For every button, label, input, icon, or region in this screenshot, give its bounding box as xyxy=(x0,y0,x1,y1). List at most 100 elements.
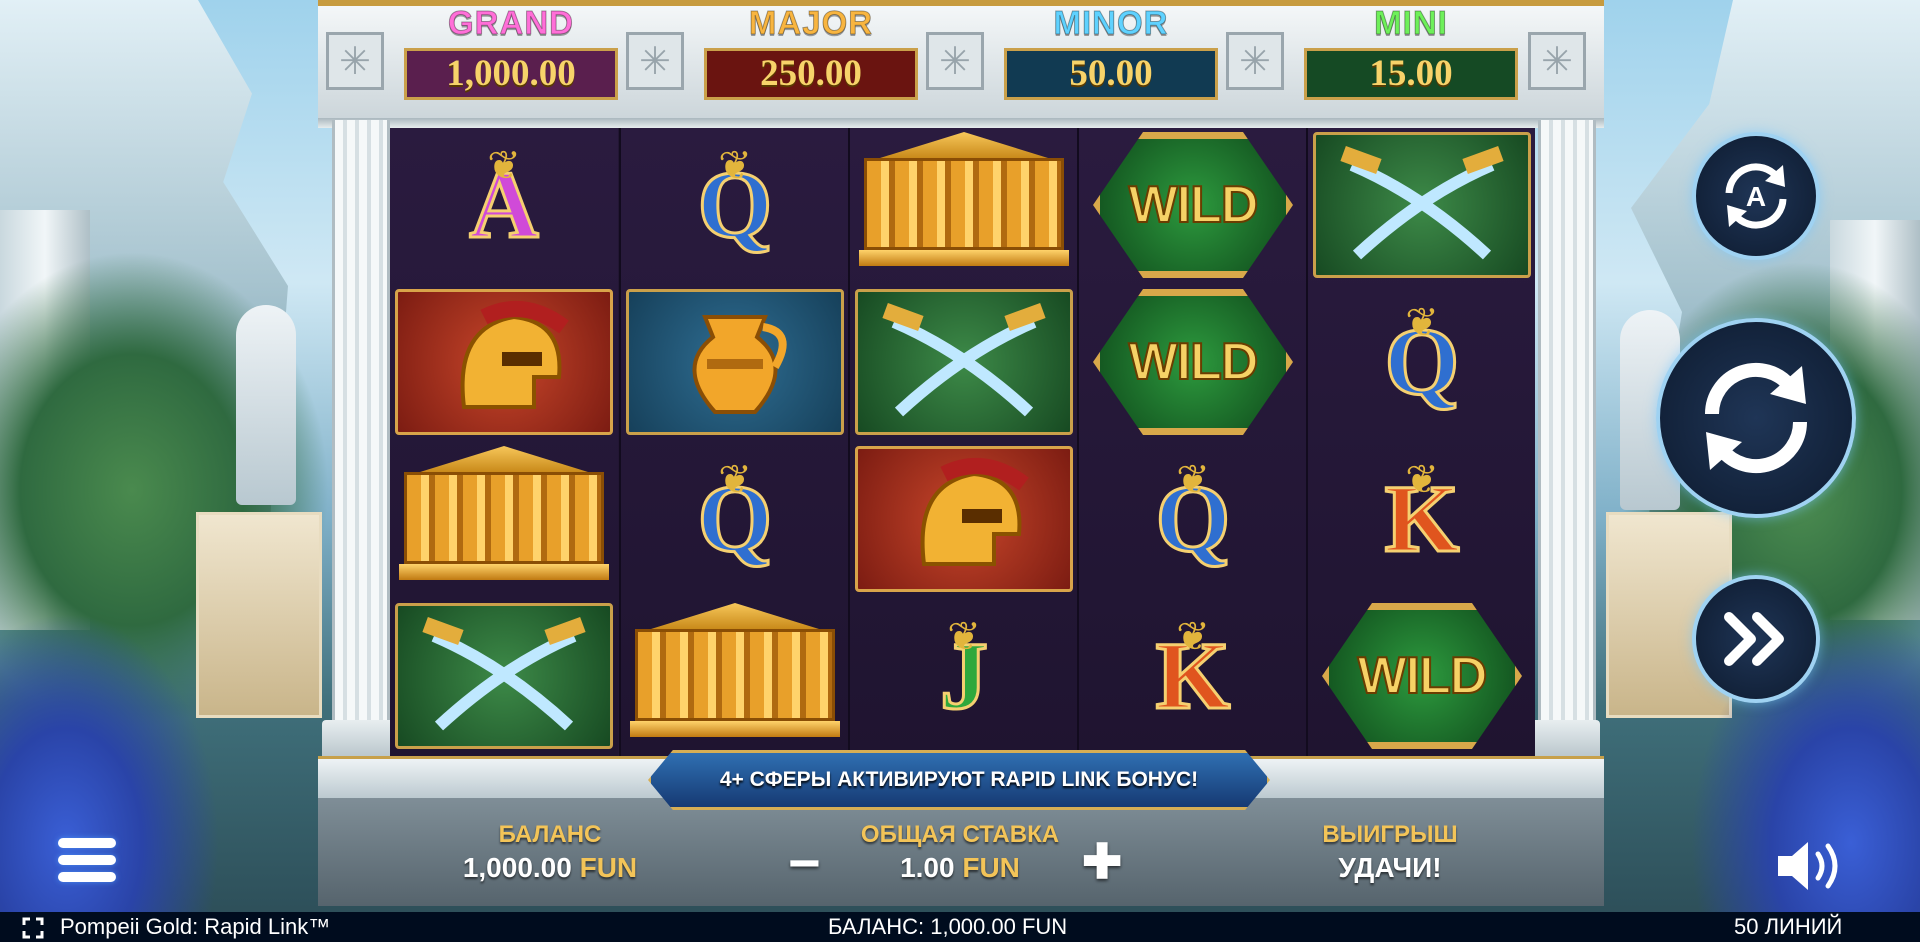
temple-icon xyxy=(630,603,840,749)
balance-display: БАЛАНС 1,000.00 FUN xyxy=(400,820,700,886)
laurel-icon: ❦ xyxy=(1405,300,1439,346)
laurel-icon: ❦ xyxy=(718,457,752,503)
reel-symbol: WILD xyxy=(1083,130,1303,280)
reel-1: ❦ A xyxy=(390,128,618,758)
letter-symbol-q: ❦ Q xyxy=(1342,292,1502,432)
helmet-icon xyxy=(920,458,1029,566)
sound-button[interactable] xyxy=(1774,838,1846,902)
wild-symbol: WILD xyxy=(1093,132,1293,278)
reel-symbol: ❦ Q xyxy=(1083,444,1303,594)
wild-text: WILD xyxy=(1357,646,1489,706)
balance-label: БАЛАНС xyxy=(498,821,602,848)
reel-symbol: ❦ Q xyxy=(1312,287,1532,437)
laurel-icon: ❦ xyxy=(487,143,521,189)
autoplay-icon: A xyxy=(1725,163,1787,229)
reel-symbol xyxy=(854,444,1074,594)
crossed-swords-icon xyxy=(422,616,586,731)
flowers-left xyxy=(0,612,220,942)
jackpot-major: MAJOR 250.00 xyxy=(702,0,920,104)
letter-symbol-q: ❦ Q xyxy=(655,135,815,275)
rosette-ornament xyxy=(926,32,984,90)
reel-symbol xyxy=(625,601,845,751)
laurel-icon: ❦ xyxy=(718,143,752,189)
jackpot-label: MINI xyxy=(1374,4,1448,42)
reel-symbol: ❦ K xyxy=(1083,601,1303,751)
bet-label: ОБЩАЯ СТАВКА xyxy=(860,821,1060,848)
reel-4: WILD WILD ❦ Q ❦ K xyxy=(1077,128,1307,758)
pillar-right xyxy=(1538,120,1596,760)
win-display: ВЫИГРЫШ УДАЧИ! xyxy=(1260,820,1520,886)
balance-currency: FUN xyxy=(579,852,638,883)
helmet-tile xyxy=(855,446,1073,592)
temple-icon xyxy=(399,446,609,592)
turbo-button[interactable] xyxy=(1692,575,1820,703)
bonus-banner-text: 4+ СФЕРЫ АКТИВИРУЮТ RAPID LINK БОНУС! xyxy=(719,768,1199,791)
speaker-icon xyxy=(1778,842,1838,890)
laurel-icon: ❦ xyxy=(1405,457,1439,503)
letter-symbol-k: ❦ K xyxy=(1342,449,1502,589)
swords-tile xyxy=(395,603,613,749)
reel-2: ❦ Q ❦ Q xyxy=(619,128,849,758)
rosette-ornament xyxy=(326,32,384,90)
letter-symbol-k: ❦ K xyxy=(1113,606,1273,746)
fast-forward-icon xyxy=(1724,612,1784,666)
bonus-banner: 4+ СФЕРЫ АКТИВИРУЮТ RAPID LINK БОНУС! xyxy=(648,750,1270,810)
reel-symbol xyxy=(394,601,614,751)
menu-button[interactable] xyxy=(58,838,116,890)
reel-symbol: ❦ K xyxy=(1312,444,1532,594)
reel-symbol: ❦ Q xyxy=(625,130,845,280)
jackpot-value: 50.00 xyxy=(1004,48,1218,100)
fullscreen-icon xyxy=(22,917,44,939)
jackpot-label: MAJOR xyxy=(748,4,874,42)
bet-display: ОБЩАЯ СТАВКА 1.00 FUN xyxy=(830,820,1090,886)
pillar-base xyxy=(322,720,394,760)
jackpot-value: 15.00 xyxy=(1304,48,1518,100)
jackpot-value: 250.00 xyxy=(704,48,918,100)
laurel-icon: ❦ xyxy=(1176,457,1210,503)
spin-icon xyxy=(1704,362,1808,474)
jackpot-mini: MINI 15.00 xyxy=(1302,0,1520,104)
bet-decrease-button[interactable]: − xyxy=(788,835,821,891)
bet-value: 1.00 FUN xyxy=(830,850,1090,886)
game-title: Pompeii Gold: Rapid Link™ xyxy=(60,914,331,939)
letter-symbol-q: ❦ Q xyxy=(655,449,815,589)
reel-symbol: ❦ J xyxy=(854,601,1074,751)
reel-symbol xyxy=(625,287,845,437)
win-value: УДАЧИ! xyxy=(1338,852,1442,883)
helmet-tile xyxy=(395,289,613,435)
rosette-ornament xyxy=(1226,32,1284,90)
swords-tile xyxy=(855,289,1073,435)
rosette-ornament xyxy=(626,32,684,90)
reel-symbol xyxy=(394,287,614,437)
reel-symbol: ❦ A xyxy=(394,130,614,280)
pillar-base xyxy=(1528,720,1600,760)
spin-button[interactable] xyxy=(1656,318,1856,518)
jackpot-value: 1,000.00 xyxy=(404,48,618,100)
statue-left xyxy=(236,305,296,505)
reel-3: ❦ J xyxy=(848,128,1078,758)
letter-symbol-j: ❦ J xyxy=(884,606,1044,746)
jackpot-minor: MINOR 50.00 xyxy=(1002,0,1220,104)
laurel-icon: ❦ xyxy=(1176,614,1210,660)
reel-symbol xyxy=(854,287,1074,437)
svg-text:A: A xyxy=(1746,181,1766,212)
reel-symbol xyxy=(394,444,614,594)
reel-symbol xyxy=(1312,130,1532,280)
swords-tile xyxy=(1313,132,1531,278)
rosette-ornament xyxy=(1528,32,1586,90)
reel-symbol: WILD xyxy=(1312,601,1532,751)
hamburger-menu-icon xyxy=(58,838,116,882)
fullscreen-button[interactable] xyxy=(22,912,44,942)
lines-count: 50 ЛИНИЙ xyxy=(1734,914,1843,939)
wild-symbol: WILD xyxy=(1093,289,1293,435)
jackpot-grand: GRAND 1,000.00 xyxy=(402,0,620,104)
autoplay-button[interactable]: A xyxy=(1692,132,1820,260)
balance-value: 1,000.00 FUN xyxy=(400,850,700,886)
status-bar: Pompeii Gold: Rapid Link™ БАЛАНС: 1,000.… xyxy=(0,912,1920,942)
letter-symbol-a: ❦ A xyxy=(424,135,584,275)
bet-increase-button[interactable]: ✚ xyxy=(1082,838,1122,888)
helmet-icon xyxy=(460,301,569,409)
reel-symbol: WILD xyxy=(1083,287,1303,437)
temple-icon xyxy=(859,132,1069,278)
reel-grid[interactable]: ❦ A ❦ Q ❦ Q ❦ J WILD WILD ❦ Q ❦ K ❦ Q ❦ K WILD xyxy=(390,128,1535,758)
